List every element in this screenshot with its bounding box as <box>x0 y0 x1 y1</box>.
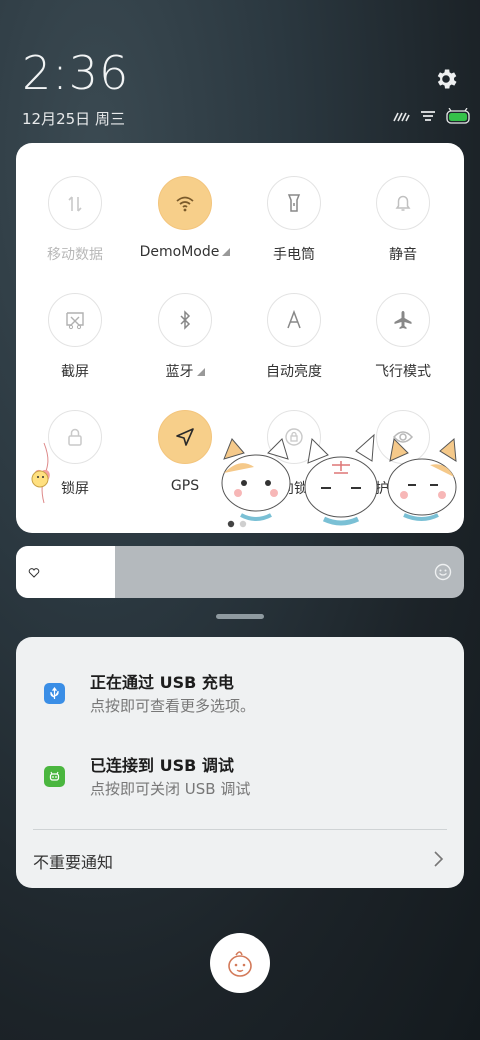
eye-icon <box>392 431 414 443</box>
tile-toggle-lock-screen[interactable] <box>48 410 102 464</box>
tile-toggle-airplane[interactable] <box>376 293 430 347</box>
clock: 2:36 <box>22 46 130 100</box>
page-dot-active <box>227 520 235 528</box>
tile-toggle-rotation-lock[interactable] <box>267 410 321 464</box>
divider <box>33 829 447 830</box>
no-signal-icon <box>393 112 410 122</box>
tile-airplane[interactable]: 飞行模式 <box>348 293 458 381</box>
tile-label: 锁屏 <box>61 481 89 497</box>
tile-toggle-flashlight[interactable] <box>267 176 321 230</box>
settings-button[interactable] <box>433 66 459 92</box>
tile-demomode[interactable]: DemoMode <box>130 176 240 260</box>
tile-toggle-auto-brightness[interactable] <box>267 293 321 347</box>
tile-toggle-screenshot[interactable] <box>48 293 102 347</box>
tile-lock-screen[interactable]: 锁屏 <box>20 410 130 498</box>
tile-mute[interactable]: 静音 <box>348 176 458 264</box>
tile-rotation-lock[interactable]: 方向锁定 <box>239 410 349 498</box>
face-icon <box>434 563 452 581</box>
notification-usb-charging[interactable]: 正在通过 USB 充电 点按即可查看更多选项。 <box>16 667 464 727</box>
tile-toggle-mute[interactable] <box>376 176 430 230</box>
page-dot <box>239 520 247 528</box>
tile-label: 静音 <box>389 247 417 263</box>
mobile-data-icon <box>68 196 82 212</box>
status-icons <box>392 108 472 124</box>
tile-toggle-gps[interactable] <box>158 410 212 464</box>
tile-toggle-demomode[interactable] <box>158 176 212 230</box>
notification-body: 点按即可关闭 USB 调试 <box>90 780 251 798</box>
bell-icon <box>395 195 411 211</box>
tile-eye-care[interactable]: 护眼模式 <box>348 410 458 498</box>
tile-label: 自动亮度 <box>266 364 322 380</box>
tile-toggle-mobile-data[interactable] <box>48 176 102 230</box>
battery-icon <box>446 108 470 124</box>
unimportant-notifications-link[interactable]: 不重要通知 <box>33 849 113 873</box>
dropdown-arrow-icon[interactable] <box>222 248 231 256</box>
tile-flashlight[interactable]: 手电筒 <box>239 176 349 264</box>
rotation-lock-icon <box>285 428 303 446</box>
tile-mobile-data[interactable]: 移动数据 <box>20 176 130 264</box>
tile-label: 手电筒 <box>273 247 315 263</box>
screenshot-icon <box>66 312 84 330</box>
wifi-icon <box>176 196 194 212</box>
flashlight-icon <box>287 194 301 212</box>
tile-screenshot[interactable]: 截屏 <box>20 293 130 381</box>
chevron-right-icon[interactable] <box>432 850 444 868</box>
heart-icon <box>28 568 40 578</box>
android-icon <box>44 766 65 787</box>
tile-label: 移动数据 <box>47 247 103 263</box>
tile-label: 飞行模式 <box>375 364 431 380</box>
bluetooth-icon <box>180 310 191 330</box>
tile-label: GPS <box>170 478 200 494</box>
tile-label: 护眼模式 <box>375 481 431 497</box>
usb-icon <box>44 683 65 704</box>
notification-title: 正在通过 USB 充电 <box>90 673 234 692</box>
tile-auto-brightness[interactable]: 自动亮度 <box>239 293 349 381</box>
tile-gps[interactable]: GPS <box>130 410 240 494</box>
quick-settings-panel: 移动数据 DemoMode 手电筒 静音截屏 蓝牙 自动亮度 飞行模式锁屏 GPS 方向锁定 护眼… <box>16 143 464 533</box>
tile-label: 蓝牙 <box>130 361 240 381</box>
notification-title: 已连接到 USB 调试 <box>90 756 234 775</box>
airplane-icon <box>394 311 412 329</box>
brightness-slider[interactable] <box>16 546 464 598</box>
tile-bluetooth[interactable]: 蓝牙 <box>130 293 240 381</box>
lock-icon <box>68 428 82 446</box>
tile-label: DemoMode <box>130 244 240 260</box>
chick-icon <box>228 951 252 977</box>
gear-icon <box>437 69 457 89</box>
notification-usb-debugging[interactable]: 已连接到 USB 调试 点按即可关闭 USB 调试 <box>16 750 464 810</box>
theme-mascot-button[interactable] <box>210 933 270 993</box>
drag-handle[interactable] <box>216 614 264 619</box>
auto-brightness-icon <box>287 309 301 329</box>
notification-body: 点按即可查看更多选项。 <box>90 697 256 715</box>
location-arrow-icon <box>176 428 194 446</box>
tile-toggle-bluetooth[interactable] <box>158 293 212 347</box>
tile-label: 方向锁定 <box>266 481 322 497</box>
tile-label: 截屏 <box>61 364 89 380</box>
tile-toggle-eye-care[interactable] <box>376 410 430 464</box>
notification-panel: 正在通过 USB 充电 点按即可查看更多选项。 已连接到 USB 调试 点按即可… <box>16 637 464 888</box>
date: 12月25日 周三 <box>22 110 125 128</box>
dropdown-arrow-icon[interactable] <box>196 368 205 376</box>
wifi-off-icon <box>421 111 435 121</box>
